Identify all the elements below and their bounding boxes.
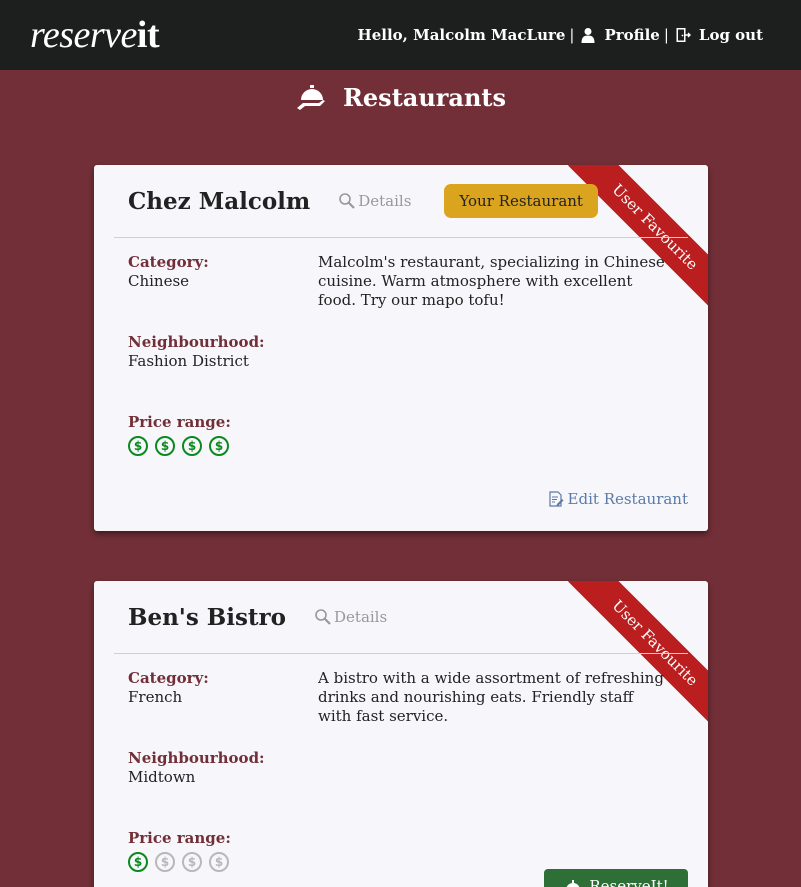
neighbourhood-field: Neighbourhood: Fashion District (128, 333, 308, 371)
dollar-coin-icon: $ (182, 436, 202, 456)
card-header: Chez Malcolm Details Your Restaurant (114, 165, 688, 238)
greeting-text: Hello, Malcolm MacLure (357, 26, 566, 44)
category-value: French (128, 688, 183, 706)
edit-restaurant-label: Edit Restaurant (567, 490, 688, 508)
restaurant-description: A bistro with a wide assortment of refre… (318, 669, 664, 725)
price-range-label: Price range: (128, 829, 231, 847)
reserve-label: ReserveIt! (589, 877, 669, 887)
user-icon (581, 28, 595, 43)
logout-link[interactable]: Log out (675, 26, 763, 44)
brand-logo[interactable]: reserveit (30, 14, 160, 56)
edit-document-icon (548, 491, 564, 507)
restaurant-name: Ben's Bistro (128, 603, 287, 631)
bell-serving-icon (296, 85, 325, 110)
category-field: Category: Chinese (128, 253, 308, 291)
logout-label: Log out (698, 26, 763, 44)
page-title: Restaurants (342, 82, 507, 112)
category-label: Category: (128, 253, 209, 271)
magnifier-icon (339, 193, 356, 209)
dollar-coin-icon: $ (182, 852, 202, 872)
restaurant-description: Malcolm's restaurant, specializing in Ch… (318, 253, 665, 309)
restaurant-card: User Favourite Chez Malcolm Details Your… (94, 165, 708, 531)
neighbourhood-value: Midtown (128, 768, 196, 786)
category-label: Category: (128, 669, 209, 687)
your-restaurant-badge: Your Restaurant (444, 184, 598, 218)
restaurant-info: Category: French Neighbourhood: Midtown … (128, 669, 308, 887)
dollar-coin-icon: $ (128, 436, 148, 456)
neighbourhood-value: Fashion District (128, 352, 249, 370)
magnifier-icon (315, 609, 331, 625)
neighbourhood-label: Neighbourhood: (128, 749, 265, 767)
top-navbar: reserveit Hello, Malcolm MacLure | Profi… (0, 0, 801, 70)
brand-logo-part2: it (136, 14, 160, 56)
price-rating: $ $ $ $ (128, 852, 308, 872)
details-label: Details (358, 192, 412, 210)
page-header: Restaurants (0, 82, 801, 112)
nav-separator: | (569, 26, 575, 44)
nav-links: Hello, Malcolm MacLure | Profile | Log o… (358, 26, 763, 44)
dollar-coin-icon: $ (155, 436, 175, 456)
details-link[interactable]: Details (314, 608, 387, 626)
bell-serving-icon (567, 880, 580, 887)
price-range-label: Price range: (128, 413, 231, 431)
dollar-coin-icon: $ (209, 852, 229, 872)
category-value: Chinese (128, 272, 190, 290)
restaurant-card: User Favourite Ben's Bistro Details Cate… (94, 581, 708, 887)
log-out-icon (676, 28, 691, 42)
restaurant-name: Chez Malcolm (128, 187, 311, 215)
price-field: Price range: $ $ $ $ (128, 829, 308, 872)
dollar-coin-icon: $ (209, 436, 229, 456)
price-field: Price range: $ $ $ $ (128, 413, 308, 456)
details-link[interactable]: Details (338, 192, 411, 210)
dollar-coin-icon: $ (155, 852, 175, 872)
edit-restaurant-link[interactable]: Edit Restaurant (548, 490, 688, 508)
price-rating: $ $ $ $ (128, 436, 308, 456)
details-label: Details (334, 608, 388, 626)
category-field: Category: French (128, 669, 308, 707)
dollar-coin-icon: $ (128, 852, 148, 872)
profile-label: Profile (604, 26, 660, 44)
neighbourhood-label: Neighbourhood: (128, 333, 265, 351)
restaurant-info: Category: Chinese Neighbourhood: Fashion… (128, 253, 308, 498)
brand-logo-part1: reserve (30, 14, 137, 56)
neighbourhood-field: Neighbourhood: Midtown (128, 749, 308, 787)
profile-link[interactable]: Profile (580, 26, 660, 44)
card-header: Ben's Bistro Details (114, 581, 688, 654)
reserve-button[interactable]: ReserveIt! (544, 869, 688, 887)
nav-separator: | (663, 26, 669, 44)
